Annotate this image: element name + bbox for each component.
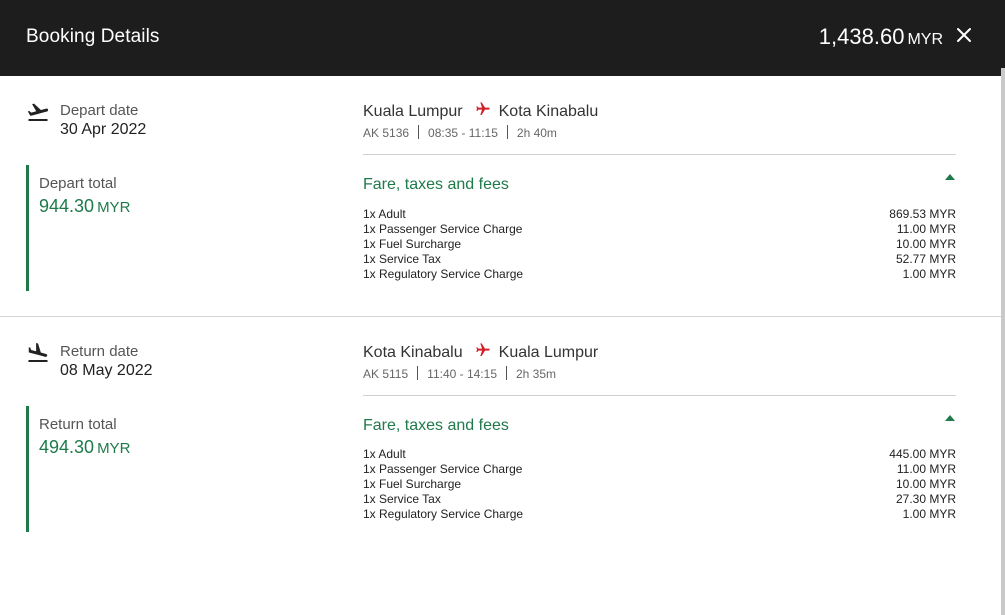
fee-amount: 52.77 MYR <box>895 252 956 266</box>
depart-fee-list: 1x Adult 869.53 MYR 1x Passenger Service … <box>363 207 956 282</box>
return-total-value: 494.30 <box>39 437 95 457</box>
fee-amount: 27.30 MYR <box>895 492 956 506</box>
fee-amount: 445.00 MYR <box>889 447 956 461</box>
return-flight-time: 11:40 - 14:15 <box>427 367 497 381</box>
fee-amount: 10.00 MYR <box>895 237 956 251</box>
return-flight-meta: AK 5115 11:40 - 14:15 2h 35m <box>363 366 556 381</box>
fee-label: 1x Regulatory Service Charge <box>363 267 524 281</box>
separator <box>418 125 420 139</box>
fee-row: 1x Fuel Surcharge 10.00 MYR <box>363 477 956 492</box>
depart-date-value: 30 Apr 2022 <box>60 121 147 138</box>
return-destination: Kuala Lumpur <box>498 344 599 361</box>
collapse-return-fare-icon[interactable] <box>945 415 955 421</box>
depart-date-label: Depart date <box>60 102 139 119</box>
return-section: Return date 08 May 2022 Return total 494… <box>0 317 1001 615</box>
depart-route: Kuala Lumpur Kota Kinabalu <box>363 101 598 121</box>
fee-amount: 10.00 MYR <box>895 477 956 491</box>
fee-amount: 11.00 MYR <box>896 222 956 236</box>
plane-takeoff-icon <box>27 103 49 121</box>
separator <box>417 366 419 380</box>
grand-total: 1,438.60 MYR <box>819 24 943 50</box>
fee-label: 1x Fuel Surcharge <box>363 477 462 491</box>
return-flight-number: AK 5115 <box>363 367 409 381</box>
depart-flight-number: AK 5136 <box>363 126 410 140</box>
depart-flight-meta: AK 5136 08:35 - 11:15 2h 40m <box>363 125 557 140</box>
fee-label: 1x Fuel Surcharge <box>363 237 462 251</box>
fee-row: 1x Regulatory Service Charge 1.00 MYR <box>363 267 956 282</box>
fee-label: 1x Regulatory Service Charge <box>363 507 524 521</box>
depart-origin: Kuala Lumpur <box>363 103 463 120</box>
depart-total-value: 944.30 <box>39 196 95 216</box>
collapse-depart-fare-icon[interactable] <box>945 174 955 180</box>
depart-flight-time: 08:35 - 11:15 <box>428 126 498 140</box>
fee-row: 1x Service Tax 52.77 MYR <box>363 252 956 267</box>
fee-label: 1x Passenger Service Charge <box>363 222 523 236</box>
separator <box>506 125 508 139</box>
fee-label: 1x Adult <box>363 207 406 221</box>
return-date-value: 08 May 2022 <box>60 362 153 379</box>
booking-details-header: Booking Details 1,438.60 MYR <box>0 0 1005 76</box>
depart-fare-title: Fare, taxes and fees <box>363 176 509 193</box>
return-total-block: Return total 494.30 MYR <box>26 406 266 532</box>
fee-amount: 1.00 MYR <box>902 507 956 521</box>
plane-icon <box>475 102 490 115</box>
depart-flight-duration: 2h 40m <box>516 126 557 140</box>
fee-row: 1x Adult 869.53 MYR <box>363 207 956 222</box>
depart-total-label: Depart total <box>39 175 117 192</box>
return-total-label: Return total <box>39 416 117 433</box>
return-date-label: Return date <box>60 343 139 360</box>
depart-total-amount: 944.30 MYR <box>39 196 130 217</box>
fee-row: 1x Fuel Surcharge 10.00 MYR <box>363 237 956 252</box>
depart-total-currency: MYR <box>97 199 131 216</box>
fee-label: 1x Service Tax <box>363 252 441 266</box>
return-route: Kota Kinabalu Kuala Lumpur <box>363 342 598 362</box>
grand-total-amount: 1,438.60 <box>818 24 905 49</box>
depart-destination: Kota Kinabalu <box>498 103 599 120</box>
fee-amount: 11.00 MYR <box>896 462 956 476</box>
grand-total-currency: MYR <box>907 31 943 48</box>
depart-section: Depart date 30 Apr 2022 Depart total 944… <box>0 76 1001 316</box>
fee-label: 1x Service Tax <box>363 492 441 506</box>
return-total-amount: 494.30 MYR <box>39 437 130 458</box>
depart-divider <box>363 154 956 155</box>
fee-label: 1x Passenger Service Charge <box>363 462 523 476</box>
plane-icon <box>475 343 490 356</box>
scrollbar-edge <box>1001 68 1005 615</box>
return-divider <box>363 395 956 396</box>
return-fare-title: Fare, taxes and fees <box>363 417 509 434</box>
fee-row: 1x Adult 445.00 MYR <box>363 447 956 462</box>
fee-row: 1x Passenger Service Charge 11.00 MYR <box>363 462 956 477</box>
separator <box>506 366 507 380</box>
depart-total-block: Depart total 944.30 MYR <box>26 165 266 291</box>
page-title: Booking Details <box>26 26 160 47</box>
fee-amount: 1.00 MYR <box>902 267 956 281</box>
close-icon <box>957 28 971 42</box>
return-fee-list: 1x Adult 445.00 MYR 1x Passenger Service … <box>363 447 956 522</box>
return-total-currency: MYR <box>97 440 131 457</box>
fee-amount: 869.53 MYR <box>889 207 956 221</box>
fee-label: 1x Adult <box>363 447 406 461</box>
close-button[interactable] <box>955 24 973 46</box>
plane-landing-icon <box>28 343 48 362</box>
fee-row: 1x Service Tax 27.30 MYR <box>363 492 956 507</box>
return-origin: Kota Kinabalu <box>363 344 463 361</box>
return-flight-duration: 2h 35m <box>516 367 557 381</box>
fee-row: 1x Regulatory Service Charge 1.00 MYR <box>363 507 956 522</box>
fee-row: 1x Passenger Service Charge 11.00 MYR <box>363 222 956 237</box>
